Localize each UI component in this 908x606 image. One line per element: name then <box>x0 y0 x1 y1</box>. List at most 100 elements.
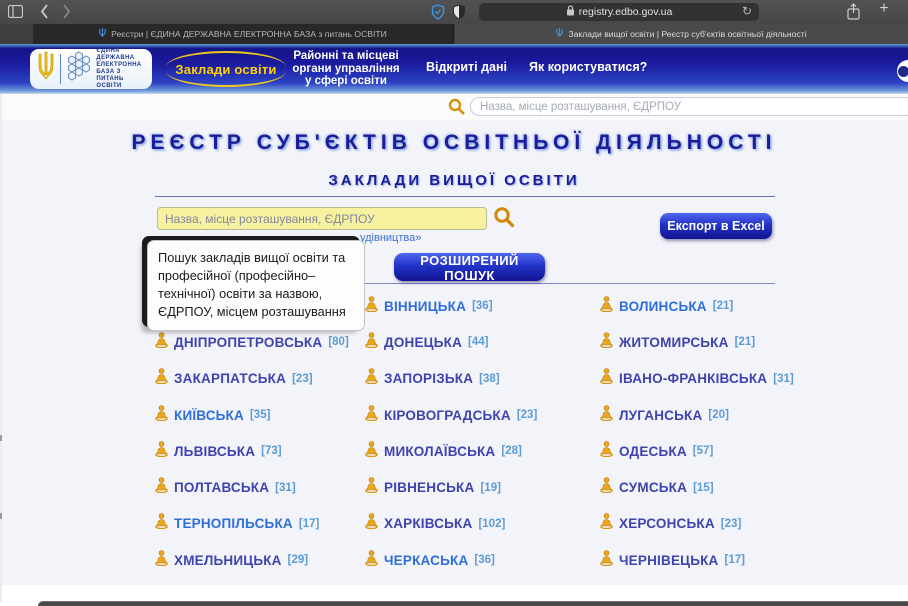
page-subtitle: ЗАКЛАДИ ВИЩОЇ ОСВІТИ <box>0 172 908 189</box>
tab-title: Реєстри | ЄДИНА ДЕРЖАВНА ЕЛЕКТРОННА БАЗА… <box>111 29 387 39</box>
person-statue-icon <box>600 368 613 389</box>
region-count: 17 <box>299 518 319 530</box>
region-count: 31 <box>773 373 793 385</box>
region-link[interactable]: ДОНЕЦЬКА 44 <box>365 332 600 353</box>
region-name: ДНІПРОПЕТРОВСЬКА <box>174 335 322 350</box>
background-window-edge <box>38 601 908 606</box>
top-search-strip <box>0 94 908 120</box>
widget-icon <box>898 66 908 77</box>
region-link[interactable]: ВІННИЦЬКА 36 <box>365 296 600 317</box>
tab-registries[interactable]: Реєстри | ЄДИНА ДЕРЖАВНА ЕЛЕКТРОННА БАЗА… <box>33 24 454 44</box>
window-edge-mark <box>0 513 2 519</box>
share-icon[interactable] <box>847 3 860 20</box>
region-name: ВІННИЦЬКА <box>384 299 466 314</box>
region-link[interactable]: ОДЕСЬКА 57 <box>600 441 795 462</box>
region-link[interactable]: ВОЛИНСЬКА 21 <box>600 296 795 317</box>
window-edge-mark <box>0 435 2 441</box>
region-link[interactable]: ЗАПОРІЗЬКА 38 <box>365 368 600 389</box>
content-blocker-shield-icon[interactable] <box>452 4 466 20</box>
logo-text: ЄДИНА ДЕРЖАВНА ЕЛЕКТРОННА БАЗА З ПИТАНЬ … <box>96 48 146 90</box>
region-link[interactable]: СУМСЬКА 15 <box>600 477 795 498</box>
region-link[interactable]: МИКОЛАЇВСЬКА 28 <box>365 441 600 462</box>
person-statue-icon <box>365 513 378 534</box>
person-statue-icon <box>365 405 378 426</box>
search-submit-button[interactable] <box>492 206 516 230</box>
person-statue-icon <box>155 477 168 498</box>
region-link[interactable]: ЗАКАРПАТСЬКА 23 <box>155 368 365 389</box>
region-name: ТЕРНОПІЛЬСЬКА <box>174 516 293 531</box>
back-button-icon[interactable] <box>40 4 49 19</box>
region-name: МИКОЛАЇВСЬКА <box>384 444 495 459</box>
person-statue-icon <box>600 405 613 426</box>
region-link[interactable]: ЛУГАНСЬКА 20 <box>600 405 795 426</box>
region-link[interactable]: ЛЬВІВСЬКА 73 <box>155 441 365 462</box>
region-name: ЧЕРКАСЬКА <box>384 553 468 568</box>
url-bar[interactable]: registry.edbo.gov.ua ↻ <box>479 3 759 21</box>
region-count: 19 <box>480 482 500 494</box>
region-link[interactable]: ДНІПРОПЕТРОВСЬКА 80 <box>155 332 365 353</box>
region-link[interactable]: ПОЛТАВСЬКА 31 <box>155 477 365 498</box>
region-name: ЗАКАРПАТСЬКА <box>174 371 286 386</box>
region-link[interactable]: ІВАНО-ФРАНКІВСЬКА 31 <box>600 368 795 389</box>
sidebar-toggle-icon[interactable] <box>8 5 23 18</box>
url-text: registry.edbo.gov.ua <box>579 6 673 18</box>
person-statue-icon <box>155 513 168 534</box>
region-count: 35 <box>250 409 270 421</box>
region-name: ІВАНО-ФРАНКІВСЬКА <box>619 371 767 386</box>
region-link[interactable]: КІРОВОГРАДСЬКА 23 <box>365 405 600 426</box>
nav-item-institutions[interactable]: Заклади освіти <box>166 51 286 87</box>
region-link[interactable]: ЧЕРНІВЕЦЬКА 17 <box>600 550 795 571</box>
page-title: РЕЄСТР СУБ'ЄКТІВ ОСВІТНЬОЇ ДІЯЛЬНОСТІ <box>0 131 908 155</box>
trident-icon <box>36 51 56 88</box>
new-tab-icon[interactable]: + <box>876 0 892 18</box>
region-name: КИЇВСЬКА <box>174 408 244 423</box>
forward-button-icon[interactable] <box>62 4 71 19</box>
region-link[interactable]: ХЕРСОНСЬКА 23 <box>600 513 795 534</box>
region-link[interactable]: ЧЕРКАСЬКА 36 <box>365 550 600 571</box>
region-count: 29 <box>288 554 308 566</box>
browser-toolbar: registry.edbo.gov.ua ↻ + <box>0 0 908 24</box>
region-name: КІРОВОГРАДСЬКА <box>384 408 511 423</box>
region-count: 23 <box>292 373 312 385</box>
region-link[interactable]: ТЕРНОПІЛЬСЬКА 17 <box>155 513 365 534</box>
region-count: 21 <box>735 336 755 348</box>
export-excel-button[interactable]: Експорт в Excel <box>660 213 772 239</box>
reload-icon[interactable]: ↻ <box>742 4 752 18</box>
region-link[interactable]: РІВНЕНСЬКА 19 <box>365 477 600 498</box>
edbo-logo[interactable]: ЄДИНА ДЕРЖАВНА ЕЛЕКТРОННА БАЗА З ПИТАНЬ … <box>30 49 152 89</box>
search-tooltip: Пошук закладів вищої освіти та професійн… <box>147 240 365 331</box>
advanced-search-button[interactable]: РОЗШИРЕНИЙ ПОШУК <box>394 253 545 281</box>
background-window-left-edge <box>0 94 2 602</box>
region-count: 73 <box>261 445 281 457</box>
tab-higher-education[interactable]: Заклади вищої освіти | Реєстр суб'єктів … <box>455 24 908 44</box>
registry-search-input[interactable] <box>157 207 487 230</box>
nav-item-how-to-use[interactable]: Як користуватися? <box>529 60 647 74</box>
nav-item-local-authorities[interactable]: Районні та місцеві органи управління у с… <box>288 51 404 87</box>
tab-favicon-icon <box>556 28 563 40</box>
region-link[interactable]: ХМЕЛЬНИЦЬКА 29 <box>155 550 365 571</box>
search-icon <box>448 98 465 120</box>
region-count: 23 <box>721 518 741 530</box>
person-statue-icon <box>600 332 613 353</box>
top-search-input[interactable] <box>470 97 908 116</box>
person-statue-icon <box>365 550 378 571</box>
nav-item-open-data[interactable]: Відкриті дані <box>426 60 507 74</box>
privacy-shield-icon[interactable] <box>431 4 445 20</box>
region-name: ЗАПОРІЗЬКА <box>384 371 473 386</box>
person-statue-icon <box>155 550 168 571</box>
region-count: 44 <box>468 336 488 348</box>
region-link[interactable]: КИЇВСЬКА 35 <box>155 405 365 426</box>
page-content: РЕЄСТР СУБ'ЄКТІВ ОСВІТНЬОЇ ДІЯЛЬНОСТІ ЗА… <box>0 120 908 585</box>
person-statue-icon <box>155 441 168 462</box>
region-name: ХМЕЛЬНИЦЬКА <box>174 553 282 568</box>
partial-news-link[interactable]: удівництва» <box>360 232 421 244</box>
region-name: ЛУГАНСЬКА <box>619 408 702 423</box>
tab-title: Заклади вищої освіти | Реєстр суб'єктів … <box>568 29 806 39</box>
person-statue-icon <box>155 368 168 389</box>
region-link[interactable]: ЖИТОМИРСЬКА 21 <box>600 332 795 353</box>
region-name: ОДЕСЬКА <box>619 444 687 459</box>
region-link[interactable]: ХАРКІВСЬКА 102 <box>365 513 600 534</box>
region-count: 57 <box>693 445 713 457</box>
region-count: 80 <box>328 336 348 348</box>
region-name: СУМСЬКА <box>619 480 687 495</box>
